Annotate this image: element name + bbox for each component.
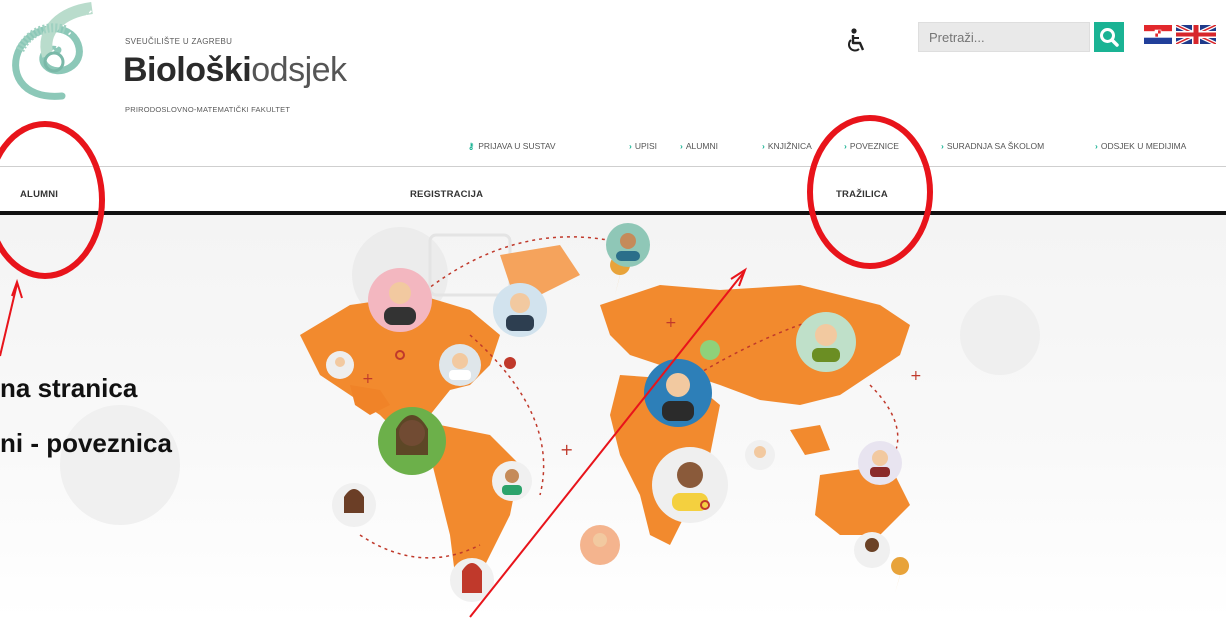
- highlight-circle-trazilica: [807, 115, 933, 269]
- highlight-circle-alumni: [0, 121, 105, 279]
- annotation-overlay: [0, 115, 933, 618]
- annotation-arrow-trazilica: [469, 271, 745, 618]
- annotation-arrow-alumni: [0, 283, 18, 357]
